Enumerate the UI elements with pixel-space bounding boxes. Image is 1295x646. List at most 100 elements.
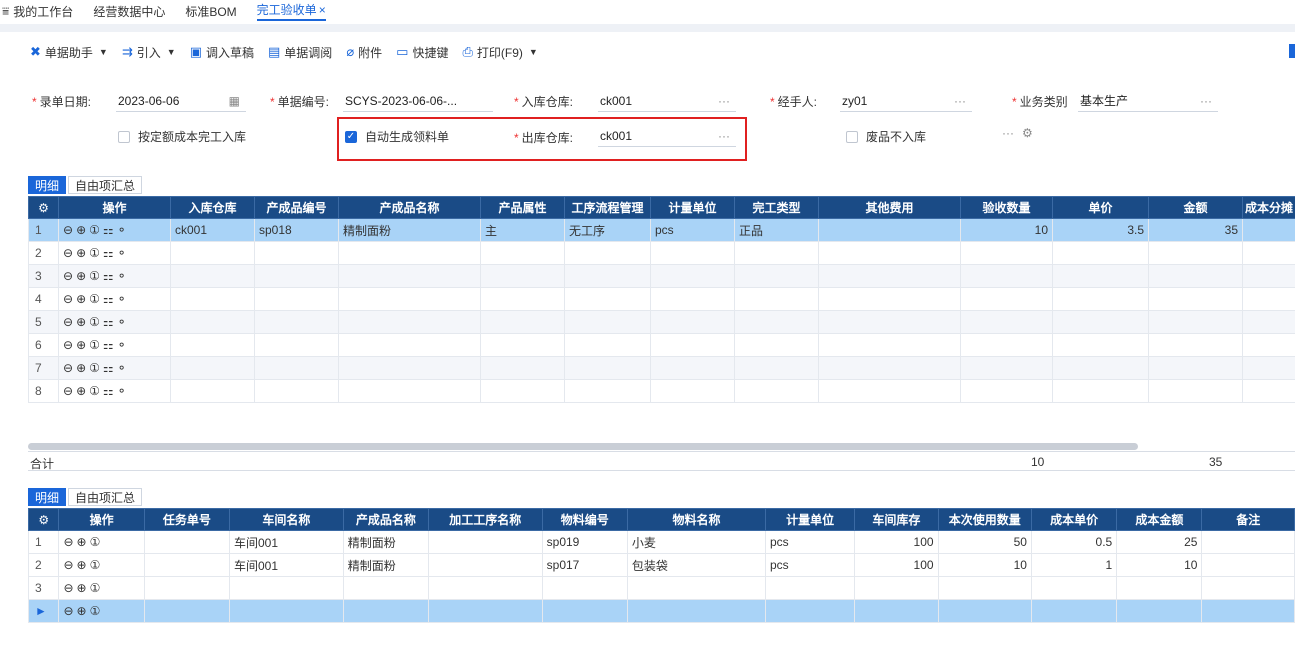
assistant-button[interactable]: ✖ 单据助手 ▼ (30, 44, 108, 61)
quota-checkbox[interactable]: 按定额成本完工入库 (118, 128, 246, 145)
more-icon[interactable]: ··· (1002, 126, 1014, 140)
cell-attr[interactable] (480, 310, 565, 334)
bom-icon[interactable]: ⚏ (103, 269, 114, 283)
cell-type[interactable] (734, 241, 819, 265)
col-header[interactable]: 任务单号 (143, 508, 230, 531)
table-row[interactable]: 7 ⊖ ⊕ ① ⚏ ⚬ (28, 356, 1295, 380)
cell-wh[interactable] (170, 379, 255, 403)
horizontal-scrollbar[interactable] (28, 443, 1138, 450)
bom-icon[interactable]: ⚏ (103, 338, 114, 352)
link-icon[interactable]: ⚬ (117, 384, 127, 398)
cell-cost[interactable] (1242, 241, 1295, 265)
cell-qty[interactable] (960, 310, 1053, 334)
handler-field[interactable]: zy01 ··· (840, 90, 972, 112)
col-header[interactable]: 产成品编号 (254, 196, 339, 219)
col-header[interactable]: 其他费用 (818, 196, 961, 219)
table-row[interactable]: 1 ⊖ ⊕ ① ⚏ ⚬ ck001 sp018 精制面粉主无工序 pcs 正品 10 3.5 35 (28, 218, 1295, 242)
col-header[interactable]: 完工类型 (734, 196, 819, 219)
col-header[interactable]: 产成品名称 (338, 196, 481, 219)
date-field[interactable]: 2023-06-06 ▦ (116, 90, 246, 112)
cell-name[interactable] (338, 356, 481, 380)
add-row-icon[interactable]: ⊕ (76, 292, 86, 306)
col-header[interactable]: 工序流程管理 (564, 196, 651, 219)
cell-type[interactable] (734, 356, 819, 380)
tab-free-summary[interactable]: 自由项汇总 (68, 176, 143, 194)
cell-use[interactable] (937, 576, 1032, 600)
table-row[interactable]: 4 ⊖ ⊕ ① ⚏ ⚬ (28, 287, 1295, 311)
cell-name[interactable] (338, 287, 481, 311)
menu-icon[interactable]: ⩸ (2, 4, 9, 19)
col-header[interactable]: 物料名称 (626, 508, 766, 531)
add-row-icon[interactable]: ⊕ (77, 604, 87, 618)
tab-standard-bom[interactable]: 标准BOM (185, 3, 236, 20)
col-header[interactable]: 物料编号 (541, 508, 628, 531)
shortcut-button[interactable]: ▭ 快捷键 (396, 44, 448, 61)
cell-task[interactable] (143, 576, 230, 600)
cell-mcode[interactable] (541, 576, 628, 600)
bom-icon[interactable]: ⚏ (103, 292, 114, 306)
cell-camt[interactable]: 25 (1116, 530, 1203, 554)
cell-amt[interactable] (1148, 356, 1243, 380)
col-header[interactable]: 金额 (1148, 196, 1243, 219)
cell-proc[interactable] (564, 287, 651, 311)
cell-task[interactable] (143, 599, 230, 623)
cell-prod[interactable] (342, 599, 429, 623)
col-header[interactable]: 验收数量 (960, 196, 1053, 219)
cell-unit[interactable] (650, 379, 735, 403)
cell-name[interactable] (338, 379, 481, 403)
link-icon[interactable]: ⚬ (117, 246, 127, 260)
cell-name[interactable] (338, 264, 481, 288)
cell-wh[interactable]: ck001 (170, 218, 255, 242)
add-row-icon[interactable]: ⊕ (77, 581, 87, 595)
cell-other[interactable] (818, 241, 961, 265)
col-header[interactable]: 加工工序名称 (427, 508, 543, 531)
col-header[interactable]: 单价 (1052, 196, 1149, 219)
table-row[interactable]: 3 ⊖ ⊕ ① ⚏ ⚬ (28, 264, 1295, 288)
print-button[interactable]: ⎙ 打印(F9) ▼ (462, 44, 537, 61)
cell-note[interactable] (1201, 599, 1295, 623)
close-icon[interactable]: × (319, 3, 326, 17)
cell-amt[interactable] (1148, 287, 1243, 311)
tab-detail[interactable]: 明细 (28, 176, 67, 194)
cell-code[interactable] (254, 241, 339, 265)
col-header[interactable]: 入库仓库 (170, 196, 255, 219)
cell-camt[interactable]: 10 (1116, 553, 1203, 577)
cell-mname[interactable]: 包装袋 (626, 553, 766, 577)
cell-price[interactable] (1052, 379, 1149, 403)
cell-type[interactable]: 正品 (734, 218, 819, 242)
cell-amt[interactable] (1148, 333, 1243, 357)
cell-other[interactable] (818, 218, 961, 242)
bom-icon[interactable]: ⚏ (103, 384, 114, 398)
cell-proc[interactable]: 无工序 (564, 218, 651, 242)
table-row[interactable]: 1 ⊖ ⊕ ① 车间001 精制面粉 sp019 小麦 pcs 100 50 0.5 25 (27, 530, 1295, 554)
cell-stock[interactable] (854, 599, 939, 623)
tab-free-summary[interactable]: 自由项汇总 (68, 488, 143, 506)
cell-proc[interactable] (564, 356, 651, 380)
attachment-button[interactable]: ⌀ 附件 (346, 44, 382, 61)
cell-price[interactable] (1052, 356, 1149, 380)
waste-checkbox[interactable]: 废品不入库 (846, 128, 926, 145)
cell-mname[interactable]: 小麦 (626, 530, 766, 554)
remove-row-icon[interactable]: ⊖ (63, 338, 73, 352)
cell-mcode[interactable]: sp017 (541, 553, 628, 577)
cell-task[interactable] (143, 553, 230, 577)
cell-name[interactable] (338, 333, 481, 357)
cell-qty[interactable] (960, 356, 1053, 380)
cell-other[interactable] (818, 264, 961, 288)
cell-stock[interactable]: 100 (854, 530, 939, 554)
cell-wh[interactable] (170, 333, 255, 357)
cell-shop[interactable]: 车间001 (228, 530, 344, 554)
add-row-icon[interactable]: ⊕ (76, 384, 86, 398)
table-row[interactable]: 8 ⊖ ⊕ ① ⚏ ⚬ (28, 379, 1295, 403)
cell-camt[interactable] (1116, 576, 1203, 600)
cell-cprice[interactable]: 0.5 (1030, 530, 1118, 554)
settings-gear-icon[interactable]: ⚙ (27, 508, 60, 531)
cell-price[interactable] (1052, 264, 1149, 288)
info-icon[interactable]: ① (89, 315, 100, 329)
link-icon[interactable]: ⚬ (117, 315, 127, 329)
add-row-icon[interactable]: ⊕ (76, 315, 86, 329)
remove-row-icon[interactable]: ⊖ (63, 535, 73, 549)
cell-price[interactable] (1052, 310, 1149, 334)
cell-price[interactable] (1052, 241, 1149, 265)
cell-camt[interactable] (1116, 599, 1203, 623)
